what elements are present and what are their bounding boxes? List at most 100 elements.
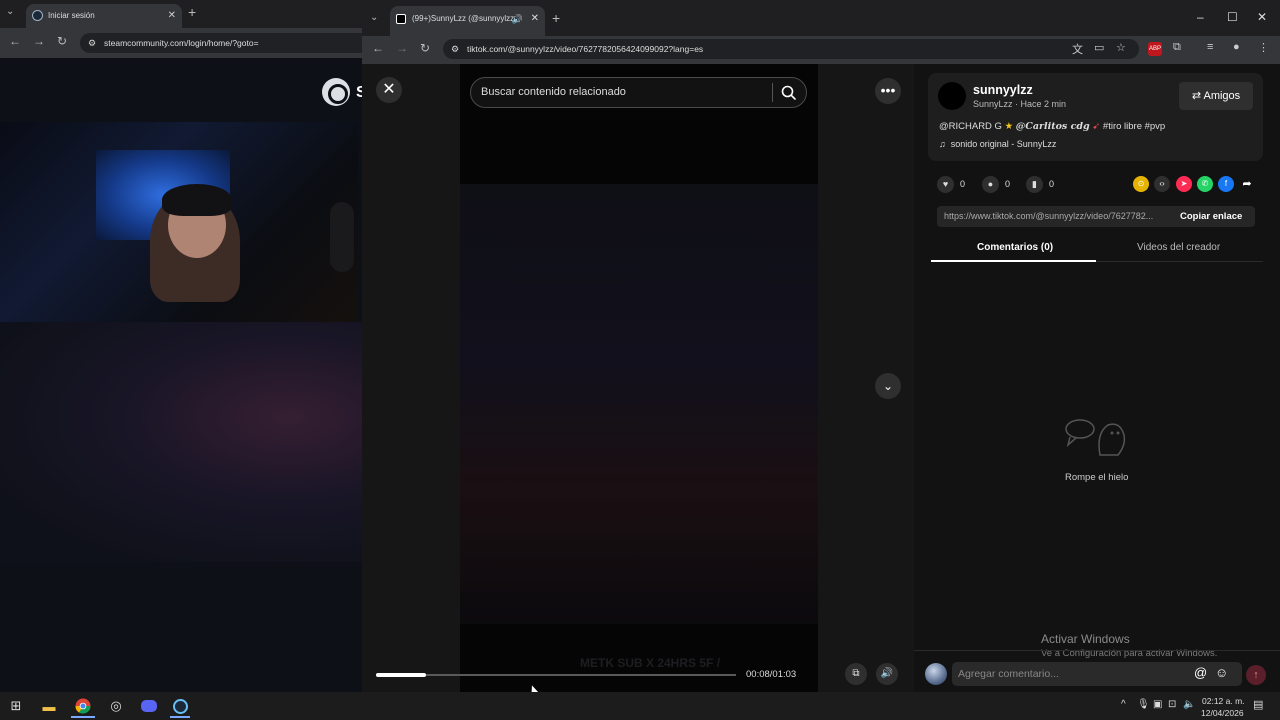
site-info-icon[interactable]: ⚙ [88, 33, 96, 53]
mention-icon[interactable]: @ [1194, 665, 1207, 680]
share-arrow-icon[interactable]: ➦ [1239, 176, 1255, 192]
active-tab-indicator [931, 260, 1096, 262]
extensions-icon[interactable]: ⧉ [1173, 41, 1181, 54]
network-icon[interactable]: ⊡ [1168, 699, 1176, 710]
webcam-overlay [0, 122, 358, 322]
description-mention-1[interactable]: @RICHARD G [939, 121, 1002, 132]
picture-in-picture-icon[interactable]: ⧉ [845, 663, 867, 685]
video-player[interactable]: METK SUB X 24HRS 5F / [460, 64, 818, 692]
sound-row[interactable]: ♫ sonido original - SunnyLzz [939, 139, 1056, 149]
close-window-icon[interactable]: ✕ [1257, 10, 1267, 24]
creator-avatar[interactable] [938, 82, 966, 110]
webcam-person-hair [162, 184, 232, 216]
video-progress-fill [376, 673, 427, 677]
minimize-icon[interactable]: – [1197, 10, 1204, 24]
game-background [0, 322, 362, 562]
steam-favicon-icon [32, 10, 43, 21]
save-count: 0 [1049, 178, 1055, 189]
back-icon[interactable]: ← [372, 41, 384, 55]
address-bar[interactable]: ⚙ tiktok.com/@sunnyylzz/video/7627782056… [443, 39, 1139, 59]
emoji-icon[interactable]: ☺ [1215, 665, 1228, 680]
player-backdrop-right [818, 64, 914, 692]
like-count: 0 [960, 178, 966, 189]
webcam-microphone [330, 202, 354, 272]
bookmark-star-icon[interactable]: ☆ [1116, 41, 1126, 54]
media-controls-icon[interactable]: ≡ [1207, 41, 1213, 53]
send-to-friend-icon[interactable]: ➤ [1176, 176, 1192, 192]
forward-icon[interactable]: → [396, 41, 408, 55]
copy-link-button[interactable]: Copiar enlace [1180, 211, 1242, 222]
menu-icon[interactable]: ⋮ [1258, 41, 1269, 54]
back-icon[interactable]: ← [9, 34, 21, 48]
close-tab-icon[interactable]: ✕ [168, 4, 176, 28]
cast-icon[interactable]: ▭ [1094, 41, 1104, 54]
clock-date[interactable]: 12/04/2026 [1201, 708, 1244, 718]
video-description: @RICHARD G ★ @Carlitos cdg ➹ #tiro libre… [939, 121, 1165, 132]
tiktok-favicon-icon [396, 14, 406, 24]
show-hidden-icons-icon[interactable]: ^ [1121, 699, 1126, 710]
discord-icon[interactable] [137, 696, 161, 716]
volume-tray-icon[interactable]: 🔈 [1183, 699, 1195, 710]
tab-tiktok[interactable]: (99+)SunnyLzz (@sunnyylzz 🔊 ✕ [390, 6, 545, 36]
steam-icon[interactable] [168, 696, 192, 716]
translate-icon[interactable]: 文 [1072, 41, 1083, 57]
send-comment-button[interactable]: ↑ [1246, 665, 1266, 685]
embed-icon[interactable]: ‹› [1154, 176, 1170, 192]
close-tab-icon[interactable]: ✕ [531, 6, 539, 32]
close-player-button[interactable]: ✕ [376, 77, 402, 103]
tab-search-icon[interactable]: ⌄ [370, 12, 378, 23]
display-icon[interactable]: ▣ [1153, 699, 1162, 710]
comment-bar-divider [914, 650, 1280, 651]
tab-comments[interactable]: Comentarios (0) [977, 242, 1053, 253]
maximize-icon[interactable]: ☐ [1227, 10, 1238, 24]
friends-button-label: Amigos [1203, 90, 1241, 102]
bookmark-icon: ▮ [1026, 176, 1043, 193]
notifications-icon[interactable]: ▤ [1253, 698, 1263, 711]
tab-steam-login[interactable]: Iniciar sesión ✕ [26, 4, 182, 28]
creator-name[interactable]: sunnyylzz [973, 83, 1033, 97]
reload-icon[interactable]: ↻ [57, 34, 67, 48]
file-explorer-icon[interactable]: ▬ [37, 696, 61, 716]
app-aperture-icon[interactable]: ◎ [104, 696, 128, 716]
tab-creator-videos[interactable]: Videos del creador [1137, 242, 1220, 253]
more-options-button[interactable]: ••• [875, 78, 901, 104]
search-divider [772, 83, 773, 102]
friends-button[interactable]: ⇄ Amigos [1179, 82, 1253, 110]
description-mention-2[interactable]: @Carlitos cdg [1016, 121, 1090, 132]
search-icon[interactable] [780, 84, 798, 102]
description-hashtags[interactable]: #tiro libre #pvp [1103, 121, 1165, 132]
reload-icon[interactable]: ↻ [420, 41, 430, 55]
video-link-url: https://www.tiktok.com/@sunnyylzz/video/… [944, 211, 1154, 221]
next-video-button[interactable]: ⌄ [875, 373, 901, 399]
address-bar-url: tiktok.com/@sunnyylzz/video/762778205642… [467, 44, 704, 54]
forward-icon[interactable]: → [33, 34, 45, 48]
like-stat[interactable]: ♥ 0 [937, 176, 965, 193]
video-progress-bar[interactable] [376, 674, 736, 676]
comment-stat[interactable]: ● 0 [982, 176, 1010, 193]
new-tab-icon[interactable]: + [188, 4, 196, 20]
creator-subtitle: SunnyLzz · Hace 2 min [973, 99, 1067, 109]
site-info-icon[interactable]: ⚙ [451, 39, 459, 59]
empty-comments-illustration-icon [1065, 419, 1126, 456]
new-tab-icon[interactable]: + [552, 10, 560, 26]
chrome-icon[interactable] [71, 696, 95, 716]
friends-icon: ⇄ [1191, 90, 1202, 102]
facebook-icon[interactable]: f [1218, 176, 1234, 192]
tab-audio-icon[interactable]: 🔊 [512, 6, 523, 32]
adblock-icon[interactable]: ABP [1148, 42, 1162, 56]
address-bar[interactable]: ⚙ steamcommunity.com/login/home/?goto= [80, 33, 370, 53]
microphone-icon[interactable]: 🎙 [1137, 699, 1150, 710]
start-windows-icon[interactable]: ⊞ [4, 696, 28, 716]
profile-icon[interactable]: ● [1233, 41, 1240, 53]
clock-time[interactable]: 02:12 a. m. [1202, 696, 1245, 706]
coin-share-icon[interactable]: ⊙ [1133, 176, 1149, 192]
user-avatar[interactable] [925, 663, 947, 685]
star-icon: ★ [1004, 121, 1014, 132]
volume-icon[interactable]: 🔊 [876, 663, 898, 685]
tab-search-icon[interactable]: ⌄ [6, 6, 14, 17]
whatsapp-icon[interactable]: ✆ [1197, 176, 1213, 192]
chrome-active-indicator [71, 716, 95, 718]
related-search-placeholder: Buscar contenido relacionado [481, 86, 626, 98]
save-stat[interactable]: ▮ 0 [1026, 176, 1054, 193]
music-note-icon: ♫ [939, 139, 946, 149]
